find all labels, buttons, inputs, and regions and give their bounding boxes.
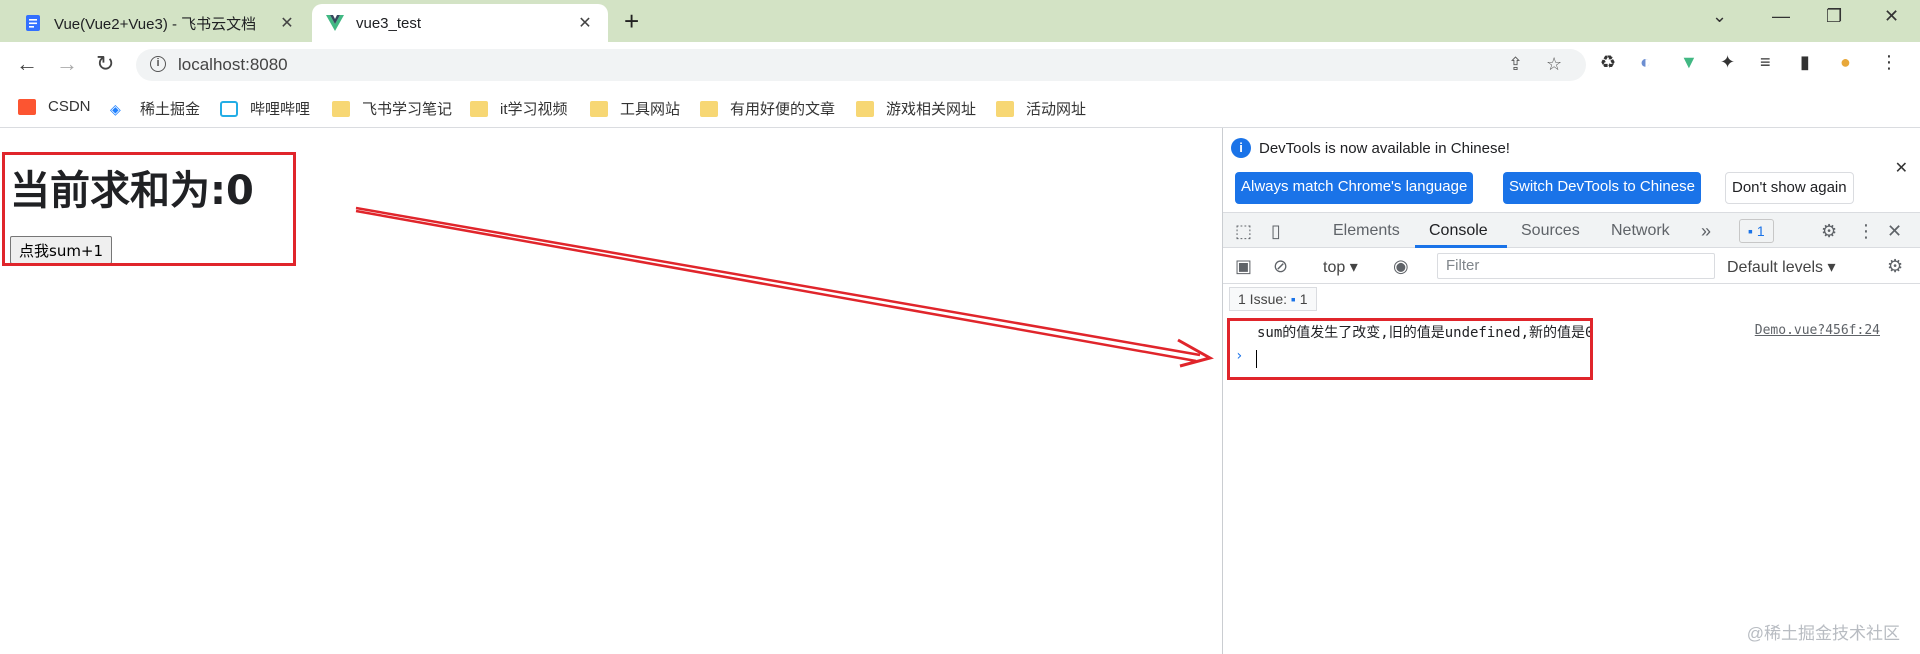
banner-close-icon[interactable]: ✕	[1895, 158, 1908, 178]
issue-message-icon: ▪	[1290, 291, 1296, 307]
tab-elements[interactable]: Elements	[1333, 222, 1400, 240]
annotation-box-console	[1227, 318, 1593, 380]
clear-console-icon[interactable]: ⊘	[1273, 256, 1288, 277]
issues-badge-count: 1	[1756, 223, 1765, 239]
devtools-tab-bar: ⬚ ▯ Elements Console Sources Network » ▪…	[1223, 212, 1920, 248]
log-source-link[interactable]: Demo.vue?456f:24	[1755, 323, 1880, 338]
more-tabs-icon[interactable]: »	[1701, 221, 1711, 242]
always-match-language-button[interactable]: Always match Chrome's language	[1235, 172, 1474, 204]
inspect-element-icon[interactable]: ⬚	[1235, 221, 1252, 242]
watermark: @稀土掘金技术社区	[1746, 624, 1900, 643]
tab-console[interactable]: Console	[1429, 222, 1488, 240]
device-toolbar-icon[interactable]: ▯	[1271, 221, 1281, 242]
issues-label: 1 Issue:	[1238, 291, 1288, 307]
console-toolbar: ▣ ⊘ top ▾ ◉ Filter Default levels ▾ ⚙	[1223, 248, 1920, 284]
issues-row: 1 Issue: ▪ 1	[1223, 284, 1920, 314]
log-levels-label: Default levels	[1727, 259, 1824, 276]
issues-chip[interactable]: 1 Issue: ▪ 1	[1229, 287, 1317, 311]
settings-gear-icon[interactable]: ⚙	[1821, 221, 1837, 242]
close-devtools-icon[interactable]: ✕	[1887, 221, 1902, 242]
live-expression-eye-icon[interactable]: ◉	[1393, 256, 1409, 277]
tab-sources[interactable]: Sources	[1521, 222, 1580, 240]
issues-badge[interactable]: ▪ 1	[1739, 219, 1774, 243]
info-icon: i	[1231, 138, 1251, 158]
issues-count: 1	[1299, 291, 1308, 307]
devtools-language-banner: i DevTools is now available in Chinese!	[1231, 138, 1510, 158]
switch-devtools-chinese-button[interactable]: Switch DevTools to Chinese	[1503, 172, 1701, 204]
console-sidebar-icon[interactable]: ▣	[1235, 256, 1252, 277]
banner-text: DevTools is now available in Chinese!	[1259, 139, 1510, 157]
dont-show-again-button[interactable]: Don't show again	[1725, 172, 1854, 204]
console-filter-input[interactable]: Filter	[1437, 253, 1715, 279]
console-settings-icon[interactable]: ⚙	[1887, 256, 1903, 277]
tab-network[interactable]: Network	[1611, 222, 1670, 240]
context-selector[interactable]: top ▾	[1323, 257, 1358, 277]
devtools-panel: i DevTools is now available in Chinese! …	[1222, 128, 1920, 654]
devtools-menu-icon[interactable]: ⋮	[1857, 221, 1875, 242]
context-label: top	[1323, 259, 1346, 276]
log-levels-dropdown[interactable]: Default levels ▾	[1727, 257, 1836, 277]
